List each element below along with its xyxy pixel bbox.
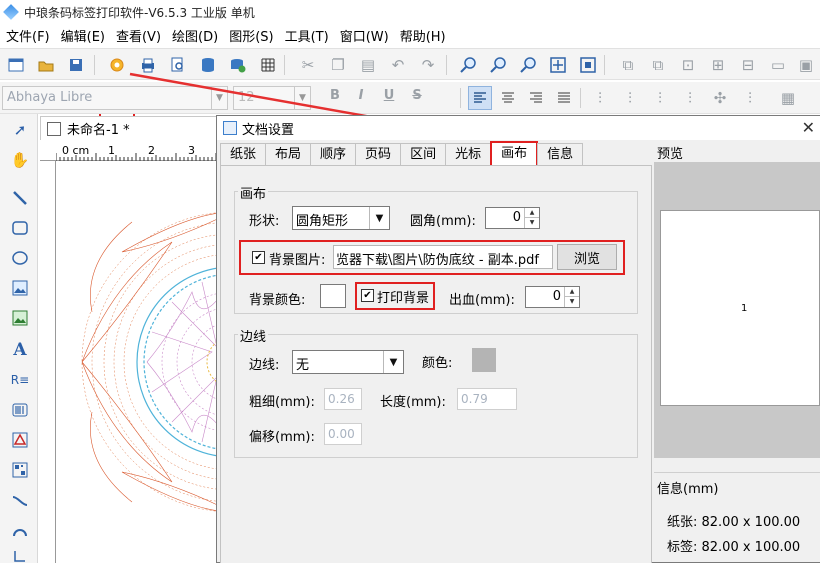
offset-value: 0.00 bbox=[328, 427, 355, 441]
bg-image-path: 览器下载\图片\防伪底纹 - 副本.pdf bbox=[336, 253, 539, 268]
info-box: 信息(mm) 纸张: 82.00 x 100.00 标签: 82.00 x 10… bbox=[654, 472, 820, 563]
radius-label: 圆角(mm): bbox=[410, 214, 476, 229]
preview-title: 预览 bbox=[657, 147, 684, 162]
canvas-group: 画布 形状: 圆角矩形 ▼ 圆角(mm): 0 ▲ ▼ ✔ 背景图片: 览器下载… bbox=[234, 183, 638, 314]
tab-paper[interactable]: 纸张 bbox=[220, 143, 267, 165]
chevron-down-icon[interactable]: ▼ bbox=[369, 207, 389, 229]
preview-area: 1 bbox=[654, 162, 820, 458]
preview-page-number: 1 bbox=[741, 303, 748, 314]
spin-down-icon[interactable]: ▼ bbox=[564, 297, 579, 307]
tab-info[interactable]: 信息 bbox=[537, 143, 584, 165]
dialog-title-bar: 文档设置 ✕ bbox=[217, 116, 820, 140]
bleed-spinner[interactable]: 0 ▲ ▼ bbox=[525, 286, 580, 308]
border-group: 边线 边线: 无 ▼ 颜色: 粗细(mm): 0.26 长度(mm): 0.79… bbox=[234, 326, 638, 458]
border-color-swatch[interactable] bbox=[472, 348, 496, 372]
tab-layout[interactable]: 布局 bbox=[265, 143, 312, 165]
preview-page: 1 bbox=[660, 210, 820, 406]
tab-page-number[interactable]: 页码 bbox=[355, 143, 402, 165]
offset-label: 偏移(mm): bbox=[249, 430, 315, 445]
spin-up-icon[interactable]: ▲ bbox=[564, 287, 579, 297]
shape-select[interactable]: 圆角矩形 ▼ bbox=[292, 206, 390, 230]
dialog-title: 文档设置 bbox=[242, 122, 295, 138]
chevron-down-icon[interactable]: ▼ bbox=[383, 351, 403, 373]
bg-image-path-field[interactable]: 览器下载\图片\防伪底纹 - 副本.pdf bbox=[333, 245, 553, 269]
shape-value: 圆角矩形 bbox=[296, 214, 349, 229]
radius-value: 0 bbox=[512, 210, 521, 225]
canvas-tab-panel: 画布 形状: 圆角矩形 ▼ 圆角(mm): 0 ▲ ▼ ✔ 背景图片: 览器下载… bbox=[220, 165, 652, 563]
print-bg-label: 打印背景 bbox=[377, 291, 430, 306]
border-group-title: 边线 bbox=[238, 326, 269, 345]
info-paper-size: 纸张: 82.00 x 100.00 bbox=[667, 515, 801, 530]
thickness-value: 0.26 bbox=[328, 392, 355, 406]
print-bg-checkbox[interactable]: ✔ bbox=[361, 289, 374, 302]
spin-up-icon[interactable]: ▲ bbox=[524, 208, 539, 218]
border-value: 无 bbox=[296, 358, 310, 373]
dialog-tabs: 纸张 布局 顺序 页码 区间 光标 画布 信息 bbox=[220, 141, 584, 165]
browse-button[interactable]: 浏览 bbox=[557, 244, 617, 270]
info-label-size: 标签: 82.00 x 100.00 bbox=[667, 540, 801, 555]
radius-spinner[interactable]: 0 ▲ ▼ bbox=[485, 207, 540, 229]
length-label: 长度(mm): bbox=[380, 395, 446, 410]
bg-image-checkbox[interactable]: ✔ bbox=[252, 251, 265, 264]
canvas-group-title: 画布 bbox=[238, 183, 269, 202]
thickness-label: 粗细(mm): bbox=[249, 395, 315, 410]
bg-image-label: 背景图片: bbox=[269, 253, 326, 268]
dialog-icon bbox=[223, 121, 237, 135]
info-title: 信息(mm) bbox=[657, 482, 719, 497]
tab-canvas[interactable]: 画布 bbox=[490, 141, 539, 165]
bleed-value: 0 bbox=[552, 289, 561, 304]
length-value: 0.79 bbox=[461, 392, 488, 406]
tab-range[interactable]: 区间 bbox=[400, 143, 447, 165]
bg-color-swatch[interactable] bbox=[320, 284, 346, 308]
bg-color-label: 背景颜色: bbox=[249, 293, 306, 308]
shape-label: 形状: bbox=[249, 214, 280, 229]
tab-cursor[interactable]: 光标 bbox=[445, 143, 492, 165]
spin-down-icon[interactable]: ▼ bbox=[524, 218, 539, 228]
offset-input[interactable]: 0.00 bbox=[324, 423, 362, 445]
border-color-label: 颜色: bbox=[422, 356, 453, 371]
bleed-label: 出血(mm): bbox=[449, 293, 515, 308]
length-input[interactable]: 0.79 bbox=[457, 388, 517, 410]
border-label: 边线: bbox=[249, 358, 280, 373]
tab-order[interactable]: 顺序 bbox=[310, 143, 357, 165]
close-icon[interactable]: ✕ bbox=[802, 118, 815, 137]
border-select[interactable]: 无 ▼ bbox=[292, 350, 404, 374]
thickness-input[interactable]: 0.26 bbox=[324, 388, 362, 410]
